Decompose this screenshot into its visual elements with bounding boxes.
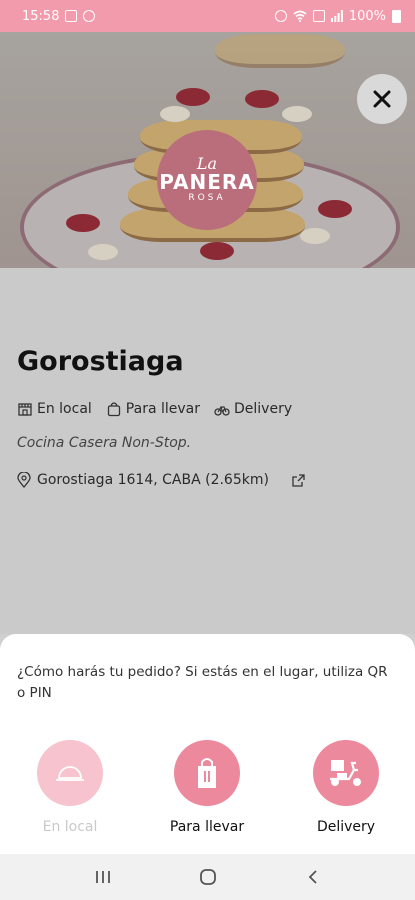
- option-circle: [174, 740, 240, 806]
- mode-para-llevar: Para llevar: [106, 401, 200, 417]
- notification-icon: [83, 10, 96, 22]
- address-row[interactable]: Gorostiaga 1614, CABA (2.65km): [17, 472, 306, 488]
- store-icon: [18, 403, 32, 416]
- hero-image: La PANERA ROSA: [0, 32, 415, 268]
- banana-decoration: [160, 106, 190, 122]
- strawberry-decoration: [200, 242, 234, 260]
- recent-apps-button[interactable]: [83, 862, 123, 892]
- option-label: Para llevar: [169, 819, 245, 835]
- data-icon: [312, 10, 325, 22]
- pancake-layer-background: [215, 34, 345, 68]
- bike-icon: [214, 406, 230, 416]
- restaurant-name: Gorostiaga: [17, 346, 184, 377]
- takeaway-bag-icon: [198, 758, 216, 788]
- option-en-local[interactable]: En local: [15, 740, 125, 835]
- restaurant-logo: La PANERA ROSA: [157, 130, 257, 230]
- back-icon: [308, 870, 317, 884]
- logo-sub: ROSA: [188, 193, 226, 203]
- scooter-icon: [330, 760, 361, 786]
- location-pin-icon: [17, 472, 31, 488]
- cloche-icon: [56, 766, 84, 781]
- restaurant-info: Gorostiaga En local Para llevar Delivery…: [0, 268, 415, 634]
- option-para-llevar[interactable]: Para llevar: [152, 740, 262, 835]
- banana-decoration: [300, 228, 330, 244]
- service-modes: En local Para llevar Delivery: [17, 401, 292, 417]
- order-type-sheet: ¿Cómo harás tu pedido? Si estás en el lu…: [0, 634, 415, 854]
- strawberry-decoration: [66, 214, 100, 232]
- option-label: En local: [42, 819, 98, 835]
- mode-label: Delivery: [234, 401, 293, 417]
- status-right: 100%: [274, 8, 401, 24]
- status-left: 15:58: [22, 8, 96, 24]
- recent-apps-icon: [95, 871, 110, 883]
- home-icon: [199, 869, 216, 885]
- back-button[interactable]: [293, 862, 333, 892]
- option-circle: [313, 740, 379, 806]
- battery-percent: 100%: [348, 8, 386, 24]
- close-button[interactable]: [357, 74, 407, 124]
- alarm-icon: [274, 10, 287, 22]
- signal-icon: [330, 10, 343, 22]
- sheet-prompt: ¿Cómo harás tu pedido? Si estás en el lu…: [17, 664, 388, 701]
- logo-main: PANERA: [159, 170, 255, 194]
- banana-decoration: [282, 106, 312, 122]
- close-icon: [373, 90, 391, 108]
- restaurant-address: Gorostiaga 1614, CABA (2.65km): [37, 472, 269, 488]
- bag-icon: [107, 402, 120, 417]
- logo-script: La: [196, 154, 218, 173]
- status-bar: 15:58 100%: [0, 0, 415, 32]
- strawberry-decoration: [176, 88, 210, 106]
- mode-label: Para llevar: [125, 401, 200, 417]
- mode-label: En local: [37, 401, 92, 417]
- strawberry-decoration: [245, 90, 279, 108]
- option-delivery[interactable]: Delivery: [291, 740, 401, 835]
- banana-decoration: [88, 244, 118, 260]
- mode-en-local: En local: [17, 401, 92, 417]
- status-time: 15:58: [22, 8, 60, 24]
- option-label: Delivery: [316, 819, 376, 835]
- gallery-icon: [65, 10, 78, 22]
- restaurant-tagline: Cocina Casera Non-Stop.: [17, 435, 192, 451]
- option-circle: [37, 740, 103, 806]
- wifi-icon: [293, 10, 307, 22]
- system-nav-bar: [0, 854, 415, 900]
- mode-delivery: Delivery: [214, 401, 292, 417]
- battery-icon: [392, 9, 401, 23]
- external-link-icon[interactable]: [291, 473, 306, 488]
- strawberry-decoration: [318, 200, 352, 218]
- home-button[interactable]: [188, 862, 228, 892]
